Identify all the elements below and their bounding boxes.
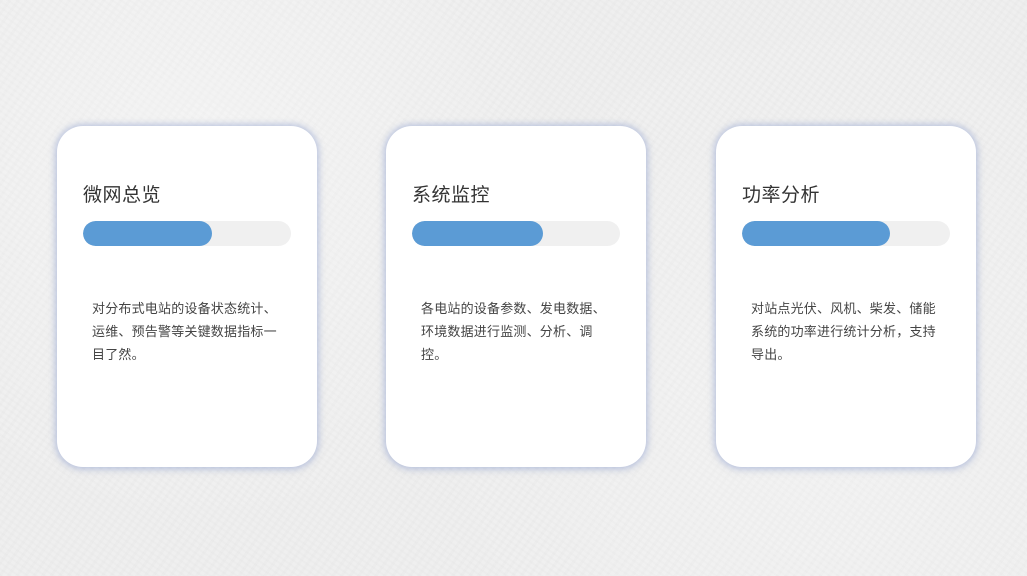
card-title: 系统监控 [412, 184, 491, 206]
progress-bar-track [83, 221, 291, 246]
feature-card-system-monitoring: 系统监控 各电站的设备参数、发电数据、环境数据进行监测、分析、调控。 [386, 126, 646, 467]
feature-card-microgrid-overview: 微网总览 对分布式电站的设备状态统计、运维、预告警等关键数据指标一目了然。 [57, 126, 317, 467]
feature-cards-slide: 微网总览 对分布式电站的设备状态统计、运维、预告警等关键数据指标一目了然。 系统… [0, 0, 1027, 576]
card-title: 微网总览 [83, 184, 162, 206]
progress-bar-fill [83, 221, 212, 246]
progress-bar-track [412, 221, 620, 246]
card-description: 各电站的设备参数、发电数据、环境数据进行监测、分析、调控。 [421, 302, 606, 363]
feature-card-power-analysis: 功率分析 对站点光伏、风机、柴发、储能系统的功率进行统计分析，支持导出。 [716, 126, 976, 467]
card-description: 对分布式电站的设备状态统计、运维、预告警等关键数据指标一目了然。 [92, 302, 277, 363]
progress-bar-fill [412, 221, 544, 246]
progress-bar-fill [742, 221, 890, 246]
card-description: 对站点光伏、风机、柴发、储能系统的功率进行统计分析，支持导出。 [751, 302, 936, 363]
progress-bar-track [742, 221, 950, 246]
card-title: 功率分析 [742, 184, 821, 206]
